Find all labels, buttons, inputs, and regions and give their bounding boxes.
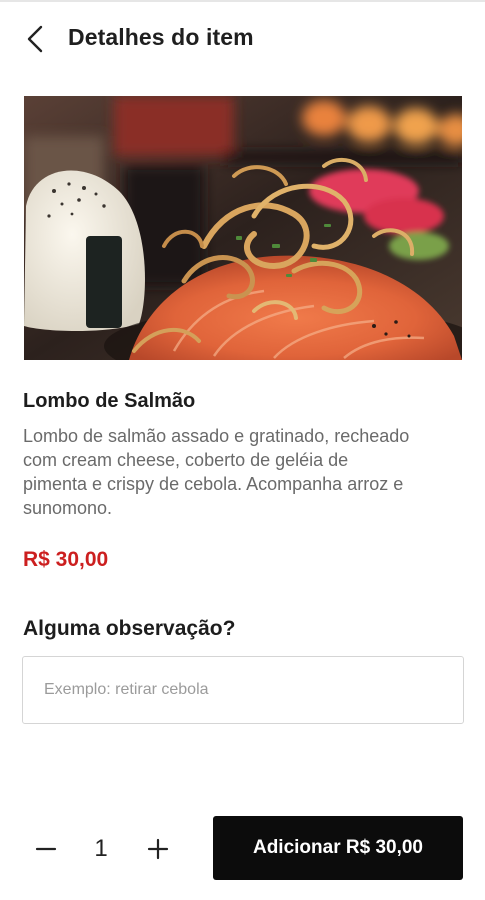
- item-description: Lombo de salmão assado e gratinado, rech…: [23, 426, 410, 518]
- add-to-cart-button[interactable]: Adicionar R$ 30,00: [213, 816, 463, 880]
- plus-icon: [147, 838, 169, 860]
- item-price: R$ 30,00: [23, 548, 109, 571]
- item-name: Lombo de Salmão: [23, 390, 196, 412]
- minus-icon: [35, 847, 57, 851]
- increase-quantity-button[interactable]: [142, 833, 174, 865]
- app-header: Detalhes do item: [0, 2, 485, 74]
- item-photo: [24, 96, 462, 360]
- quantity-value: 1: [94, 835, 108, 862]
- observation-title: Alguma observação?: [23, 617, 236, 640]
- page-title: Detalhes do item: [68, 24, 254, 50]
- back-button[interactable]: [18, 22, 52, 56]
- observation-input[interactable]: [22, 656, 464, 724]
- chevron-left-icon: [27, 25, 43, 53]
- decrease-quantity-button[interactable]: [30, 833, 62, 865]
- item-details-screen: Detalhes do item Lombo de Salmão Lombo d…: [0, 0, 485, 900]
- salmon-dish-image: [24, 96, 462, 360]
